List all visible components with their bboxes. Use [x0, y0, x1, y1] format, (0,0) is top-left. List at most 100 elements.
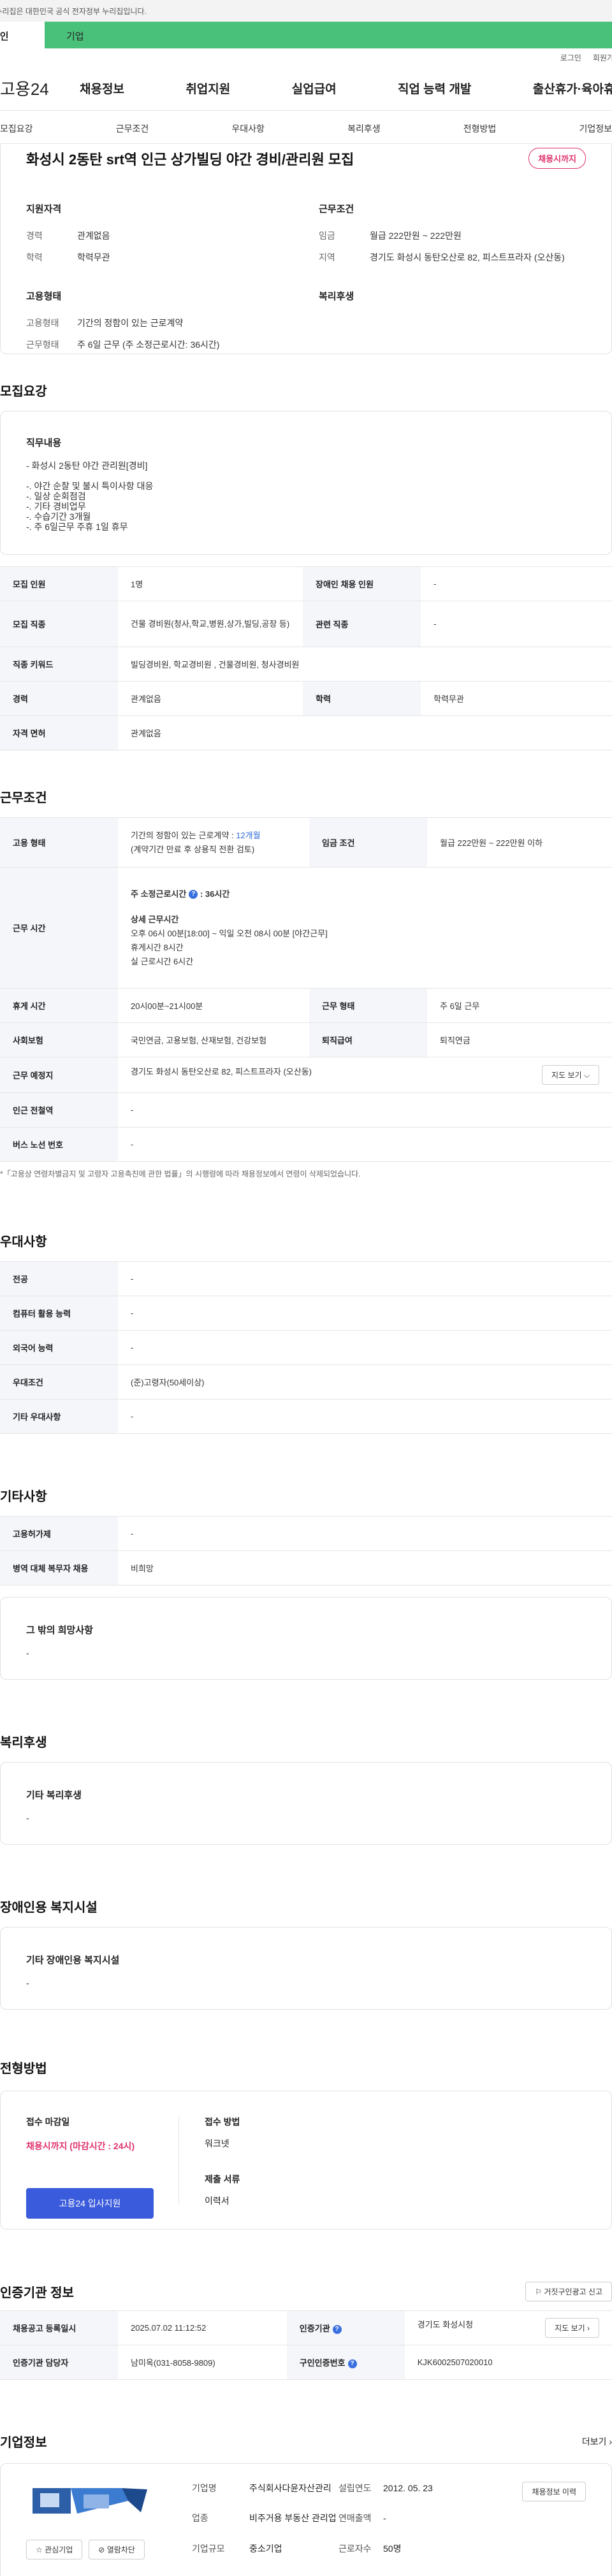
table-cell: - — [118, 1516, 612, 1551]
method-value: 워크넷 — [205, 2138, 229, 2149]
summary-row: 경력 관계없음 — [26, 229, 293, 243]
table-row: 기타 우대사항 - — [0, 1399, 612, 1434]
company-meta-key: 기업규모 — [192, 2543, 225, 2554]
summary-value: 월급 222만원 ~ 222만원 — [370, 231, 462, 241]
table-header: 버스 노선 번호 — [0, 1127, 118, 1162]
top-links: 로그인 회원가입 — [0, 48, 612, 66]
table-header: 모집 직종 — [0, 601, 118, 647]
summary-key: 고용형태 — [26, 318, 59, 328]
company-more-link[interactable]: 더보기 › — [582, 2435, 612, 2448]
help-icon[interactable]: ? — [189, 890, 198, 899]
gnb-item-jobs[interactable]: 채용정보 — [80, 80, 124, 97]
company-meta-value: 중소기업 — [249, 2543, 282, 2554]
company-meta-value: - — [383, 2513, 386, 2524]
anchor-company[interactable]: 기업정보 — [579, 122, 612, 143]
etc-table: 고용허가제 - 병역 대체 복무자 채용 비희망 — [0, 1516, 612, 1585]
anchor-welfare[interactable]: 복리후생 — [347, 122, 381, 143]
summary-key: 근무형태 — [26, 340, 59, 350]
table-cell: 주 소정근로시간? : 36시간 상세 근무시간 오후 06시 00분[18:0… — [118, 867, 612, 989]
org-map-label: 지도 보기 — [555, 2324, 585, 2333]
anchor-pref[interactable]: 우대사항 — [231, 122, 265, 143]
table-cell: 경기도 화성시 동탄오산로 82, 피스트프라자 (오산동) 지도 보기 ⌵ — [118, 1057, 612, 1093]
anchor-recruit[interactable]: 모집요강 — [0, 122, 33, 143]
table-header: 직종 키워드 — [0, 647, 118, 682]
anchor-work[interactable]: 근무조건 — [116, 122, 149, 143]
welfare-heading: 복리후생 — [319, 291, 354, 302]
weekly-hours-label: 주 소정근로시간 — [131, 889, 187, 899]
anchor-selection[interactable]: 전형방법 — [463, 122, 497, 143]
map-view-button[interactable]: 지도 보기 ⌵ — [542, 1065, 599, 1085]
gnb-item-support[interactable]: 취업지원 — [186, 80, 230, 97]
company-meta-value: 50명 — [383, 2543, 402, 2554]
login-link[interactable]: 로그인 — [560, 52, 581, 66]
gnb-item-leave[interactable]: 출산휴가·육아휴직 — [533, 80, 612, 97]
table-row: 경력 관계없음 학력 학력무관 — [0, 681, 612, 716]
favorite-company-button[interactable]: ☆ 관심기업 — [26, 2540, 83, 2559]
job-description-line — [26, 471, 586, 481]
table-cell: - — [118, 1399, 612, 1434]
company-meta-key: 근로자수 — [339, 2543, 372, 2554]
tab-person[interactable]: 개인 — [0, 22, 45, 48]
favorite-label: 관심기업 — [45, 2545, 73, 2554]
status-badge: 채용시까지 — [528, 148, 586, 169]
job-description-line: - 화성시 2동탄 야간 관리원[경비] — [26, 461, 148, 471]
table-cell: 건물 경비원(청사,학교,병원,상가,빌딩,공장 등) — [118, 601, 303, 647]
disabled-section: 장애인용 복지시설 기타 장애인용 복지시설 - — [0, 1897, 612, 2010]
job-description-line: -. 기타 경비업무 — [26, 501, 86, 512]
apply-button[interactable]: 고용24 입사지원 — [26, 2188, 154, 2219]
table-cell: - — [118, 1261, 612, 1296]
welfare-section: 복리후생 기타 복리후생 - — [0, 1732, 612, 1845]
company-meta-key: 설립연도 — [339, 2483, 372, 2493]
table-row: 사회보험 국민연금, 고용보험, 산재보험, 건강보험 퇴직급여 퇴직연금 — [0, 1022, 612, 1057]
gnb-item-training[interactable]: 직업 능력 개발 — [398, 80, 471, 97]
table-row: 컴퓨터 활용 능력 - — [0, 1296, 612, 1331]
join-link[interactable]: 회원가입 — [593, 52, 612, 66]
pref-title: 우대사항 — [0, 1235, 47, 1249]
tab-corp[interactable]: 기업 — [45, 22, 84, 48]
table-cell: 1명 — [118, 566, 303, 601]
recruit-section: 모집요강 직무내용 - 화성시 2동탄 야간 관리원[경비] -. 야간 순찰 … — [0, 381, 612, 750]
pref-section: 우대사항 전공 - 컴퓨터 활용 능력 - 외국어 능력 - 우대조건 (준)고령자(5… — [0, 1231, 612, 1434]
work-title: 근무조건 — [0, 791, 47, 805]
org-map-button[interactable]: 지도 보기 › — [545, 2318, 599, 2338]
selection-box: 접수 마감일 채용시까지 (마감시간 : 24시) 고용24 입사지원 접수 방… — [0, 2091, 612, 2229]
cert-section: 인증기관 정보 ⚐ 거짓구인광고 신고 채용공고 등록일시 2025.07.02 … — [0, 2282, 612, 2380]
job-description-line: -. 수습기간 3개월 — [26, 512, 91, 522]
help-icon[interactable]: ? — [347, 2359, 357, 2368]
report-icon: ⚐ — [535, 2287, 542, 2296]
report-fake-ad-button[interactable]: ⚐ 거짓구인광고 신고 — [525, 2282, 612, 2301]
other-wishes-value: - — [26, 1648, 29, 1658]
detail-hours-line: 오후 06시 00분[18:00] ~ 익일 오전 08시 00분 [야간근무] — [131, 928, 328, 938]
emp-type-text: 기간의 정함이 있는 근로계약 : — [131, 830, 237, 840]
summary-row: 임금 월급 222만원 ~ 222만원 — [319, 229, 586, 243]
work-address: 경기도 화성시 동탄오산로 82, 피스트프라자 (오산동) — [131, 1067, 312, 1077]
table-cell: - — [118, 1127, 612, 1162]
job-history-button[interactable]: 채용정보 이력 — [522, 2482, 586, 2501]
docs-title: 제출 서류 — [205, 2174, 240, 2184]
table-cell: 기간의 정함이 있는 근로계약 : 12개월 (계약기간 만료 후 상용직 전환 … — [118, 817, 309, 868]
report-label: 거짓구인광고 신고 — [544, 2287, 602, 2296]
site-logo[interactable]: 고용24 — [0, 76, 80, 100]
welfare-title: 복리후생 — [0, 1736, 47, 1750]
table-header: 채용공고 등록일시 — [0, 2310, 118, 2345]
detail-hours-line: 실 근로시간 6시간 — [131, 956, 194, 966]
table-header: 병역 대체 복무자 채용 — [0, 1550, 118, 1585]
deadline-col: 접수 마감일 채용시까지 (마감시간 : 24시) 고용24 입사지원 — [26, 2115, 179, 2219]
gnb-item-benefit[interactable]: 실업급여 — [292, 80, 337, 97]
table-header: 임금 조건 — [309, 817, 427, 868]
table-cell: 관계없음 — [118, 681, 303, 716]
deadline-title: 접수 마감일 — [26, 2117, 70, 2127]
company-logo-image — [33, 2488, 147, 2514]
summary-value: 기간의 정함이 있는 근로계약 — [77, 318, 184, 328]
table-header: 인근 전철역 — [0, 1092, 118, 1127]
cert-no-label: 구인인증번호 — [299, 2358, 346, 2368]
table-header: 관련 직종 — [303, 601, 421, 647]
disabled-title: 장애인용 복지시설 — [0, 1901, 98, 1915]
summary-employment: 고용형태 고용형태 기간의 정함이 있는 근로계약 근무형태 주 6일 근무 (주 … — [26, 289, 293, 360]
summary-key: 학력 — [26, 252, 43, 262]
help-icon[interactable]: ? — [332, 2324, 342, 2334]
table-row: 외국어 능력 - — [0, 1330, 612, 1365]
contract-period-link[interactable]: 12개월 — [236, 831, 260, 840]
detail-hours-line: 휴게시간 8시간 — [131, 942, 184, 952]
block-view-button[interactable]: ⊘ 열람차단 — [89, 2540, 145, 2559]
